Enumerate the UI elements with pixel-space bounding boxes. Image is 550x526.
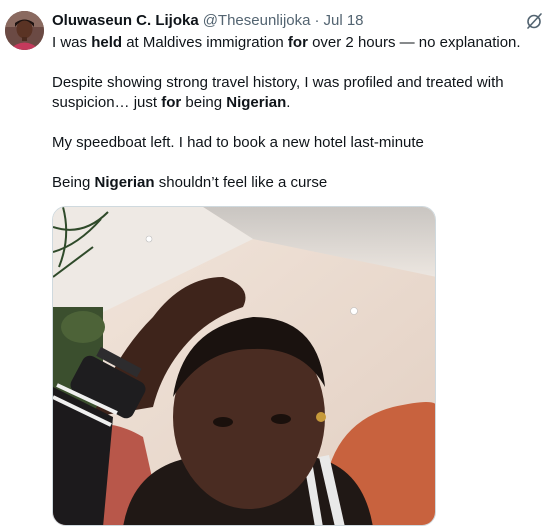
text-segment: over 2 hours — no explanation. (307, 34, 521, 51)
photo-image (53, 207, 435, 525)
text-segment: at Maldives immigration (122, 34, 288, 51)
author-handle[interactable]: @Theseunlijoka (203, 12, 311, 29)
text-segment: My speedboat left. I had to book a new h… (52, 134, 424, 151)
tweet[interactable]: Oluwaseun C. Lijoka @Theseunlijoka · Jul… (0, 0, 550, 526)
author-name[interactable]: Oluwaseun C. Lijoka (52, 12, 199, 29)
tweet-paragraph: I was held at Maldives immigration for o… (52, 33, 544, 53)
bold-text: Nigerian (226, 94, 287, 111)
text-segment: Being (52, 174, 95, 191)
tweet-photo[interactable] (52, 206, 436, 526)
bold-text: held (91, 34, 123, 51)
text-segment: . (286, 94, 291, 111)
text-segment: I was (52, 34, 92, 51)
tweet-paragraph: My speedboat left. I had to book a new h… (52, 133, 544, 153)
avatar-image (5, 11, 44, 50)
separator-dot: · (314, 12, 320, 29)
bold-text: for (161, 94, 182, 111)
tweet-paragraph: Being Nigerian shouldn’t feel like a cur… (52, 173, 544, 193)
text-segment: shouldn’t feel like a curse (154, 174, 328, 191)
bold-text: Nigerian (94, 174, 155, 191)
avatar[interactable] (5, 11, 44, 50)
text-segment: being (181, 94, 227, 111)
tweet-text: I was held at Maldives immigration for o… (52, 33, 544, 193)
tweet-paragraph: Despite showing strong travel history, I… (52, 73, 544, 113)
tweet-header: Oluwaseun C. Lijoka @Theseunlijoka · Jul… (52, 11, 364, 30)
grok-icon[interactable] (524, 11, 544, 31)
bold-text: for (287, 34, 308, 51)
tweet-date[interactable]: Jul 18 (324, 12, 364, 29)
